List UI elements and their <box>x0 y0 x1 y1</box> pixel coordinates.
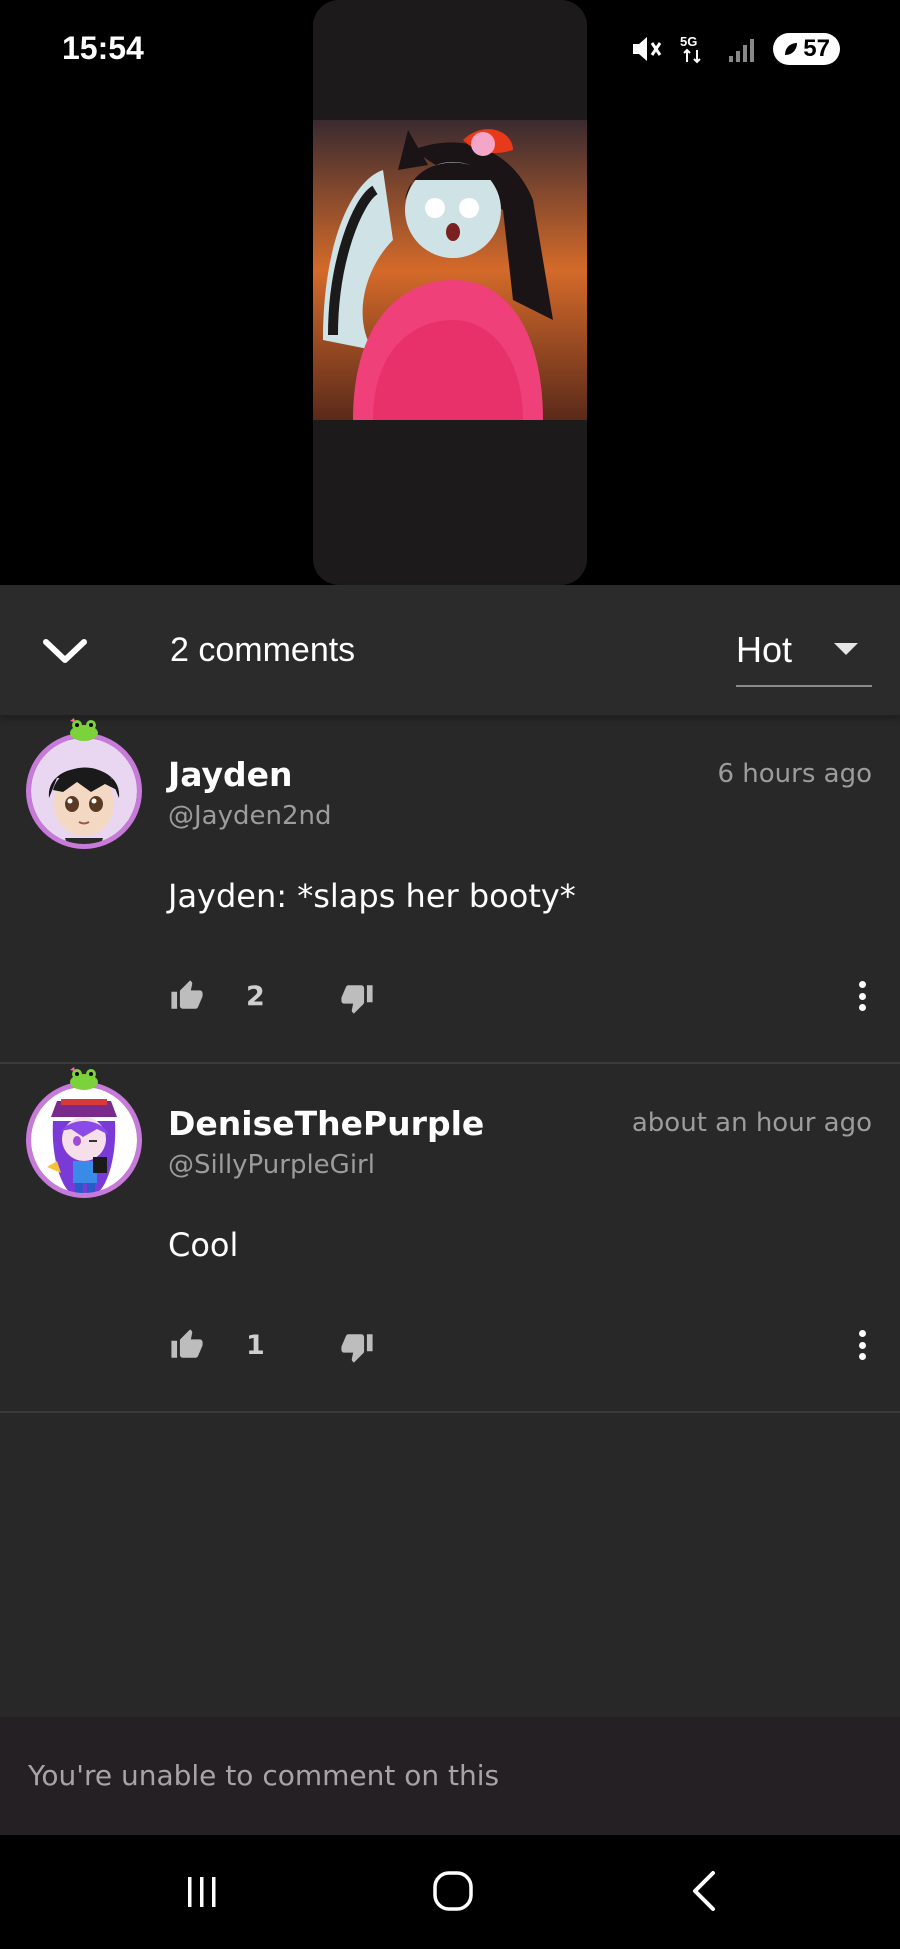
thumbs-down-icon[interactable] <box>340 981 374 1015</box>
more-options-button[interactable] <box>852 1328 872 1362</box>
svg-text:5G: 5G <box>680 34 697 49</box>
status-icons: 5G 57 <box>629 32 840 66</box>
comment-author[interactable]: DeniseThePurple <box>168 1104 484 1143</box>
thumbs-up-icon[interactable] <box>170 1328 204 1362</box>
like-count: 1 <box>246 1330 265 1361</box>
comment-author[interactable]: Jayden <box>168 755 293 794</box>
status-time: 15:54 <box>62 30 144 66</box>
avatar[interactable] <box>26 733 142 849</box>
caret-down-icon <box>834 643 858 655</box>
frog-badge-icon <box>70 718 98 741</box>
battery-saver-icon <box>785 43 798 55</box>
5g-network-icon: 5G <box>680 34 702 64</box>
more-vertical-icon <box>858 981 866 988</box>
more-vertical-icon <box>858 1330 866 1337</box>
battery-level: 57 <box>803 35 830 62</box>
comment-count: 2 comments <box>170 631 356 669</box>
frog-badge-icon <box>70 1067 98 1090</box>
comment-disabled-bar: You're unable to comment on this <box>0 1717 900 1835</box>
collapse-comments-button[interactable] <box>40 629 90 673</box>
more-options-button[interactable] <box>852 979 872 1013</box>
status-bar: 15:54 5G 57 <box>0 0 900 100</box>
comment-actions: 1 <box>168 1326 872 1366</box>
back-button[interactable] <box>670 1861 740 1921</box>
battery-indicator: 57 <box>773 33 840 65</box>
video-artwork <box>313 120 587 420</box>
signal-icon <box>729 39 755 62</box>
comment-timestamp: about an hour ago <box>631 1108 872 1138</box>
home-button[interactable] <box>418 1861 488 1921</box>
thumbs-up-icon[interactable] <box>170 979 204 1013</box>
comment-item: Jayden @Jayden2nd 6 hours ago Jayden: *s… <box>0 715 900 1064</box>
sort-dropdown[interactable]: Hot <box>736 629 872 687</box>
comment-item: DeniseThePurple @SillyPurpleGirl about a… <box>0 1064 900 1413</box>
like-count: 2 <box>246 981 265 1012</box>
system-nav-bar <box>0 1835 900 1949</box>
back-icon <box>693 1871 715 1911</box>
avatar[interactable] <box>26 1082 142 1198</box>
avatar-image <box>31 1087 137 1193</box>
home-icon <box>433 1871 473 1911</box>
comment-actions: 2 <box>168 977 872 1017</box>
chevron-down-icon <box>43 639 87 663</box>
thumbs-down-icon[interactable] <box>340 1330 374 1364</box>
comment-handle[interactable]: @Jayden2nd <box>168 801 332 831</box>
comment-text: Jayden: *slaps her booty* <box>168 877 576 915</box>
avatar-image <box>31 738 137 844</box>
sort-selected-value: Hot <box>736 629 793 670</box>
recent-apps-icon <box>188 1877 216 1907</box>
comment-text: Cool <box>168 1226 239 1264</box>
comments-header: 2 comments Hot <box>0 585 900 715</box>
comments-panel: 2 comments Hot Jayden @Jayden2nd 6 hours… <box>0 585 900 1717</box>
comment-timestamp: 6 hours ago <box>717 759 872 789</box>
recent-apps-button[interactable] <box>167 1861 237 1921</box>
comment-handle[interactable]: @SillyPurpleGirl <box>168 1150 375 1180</box>
comment-disabled-notice: You're unable to comment on this <box>28 1759 500 1792</box>
mute-icon <box>633 37 662 61</box>
